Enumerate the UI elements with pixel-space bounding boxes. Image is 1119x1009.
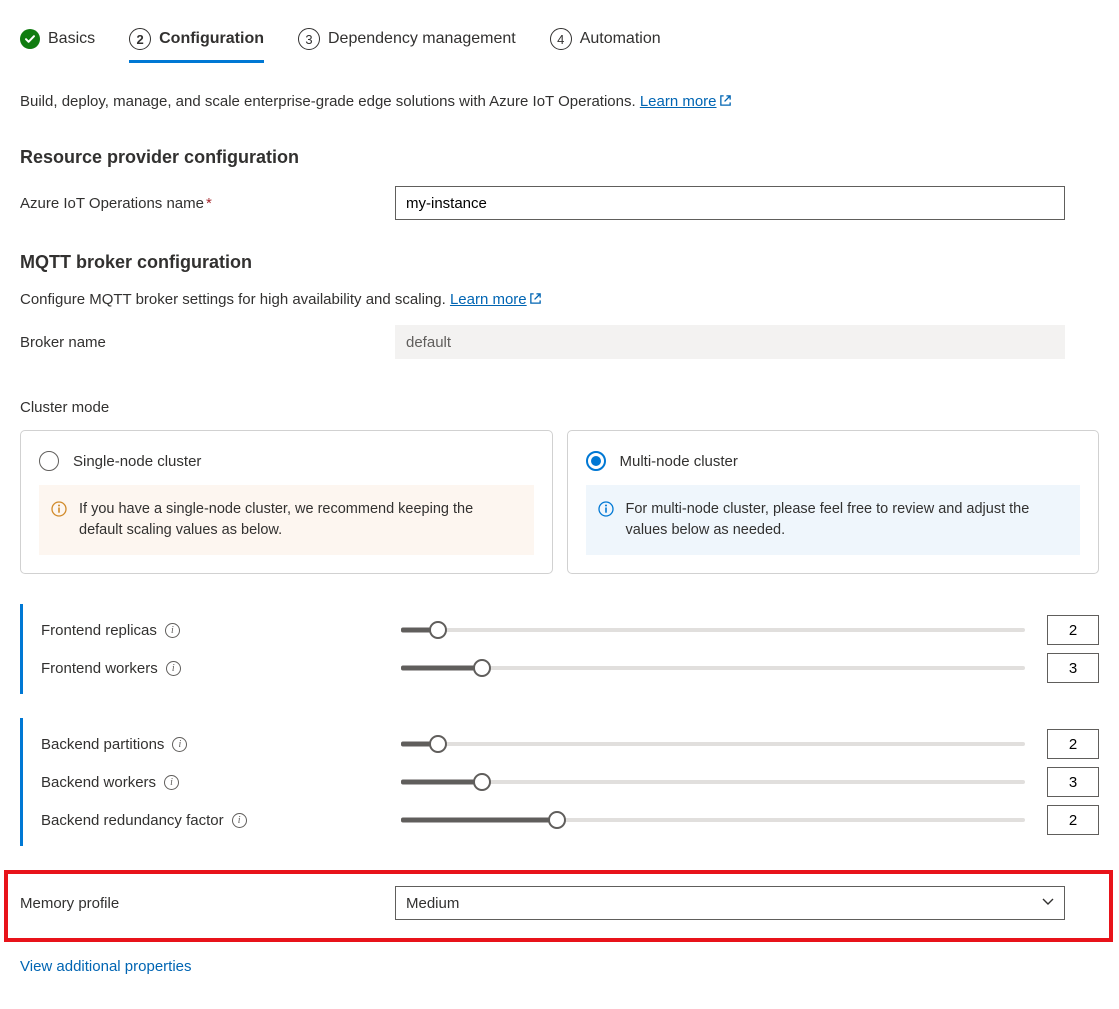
aio-name-label: Azure IoT Operations name*	[20, 195, 395, 212]
backend-workers-slider[interactable]	[401, 772, 1025, 792]
chevron-down-icon	[1041, 895, 1055, 912]
single-node-card[interactable]: Single-node cluster If you have a single…	[20, 430, 553, 574]
backend-partitions-label: Backend partitions	[41, 736, 164, 753]
backend-partitions-value[interactable]	[1047, 729, 1099, 759]
memory-profile-label: Memory profile	[20, 895, 395, 912]
aio-name-input[interactable]	[395, 186, 1065, 220]
intro-text: Build, deploy, manage, and scale enterpr…	[20, 93, 1099, 111]
info-icon[interactable]: i	[164, 775, 179, 790]
required-indicator: *	[206, 195, 212, 212]
single-node-label: Single-node cluster	[73, 453, 201, 470]
external-link-icon	[529, 292, 542, 309]
info-icon[interactable]: i	[165, 623, 180, 638]
single-node-info: If you have a single-node cluster, we re…	[39, 485, 534, 555]
frontend-replicas-row: Frontend replicas i	[41, 614, 1099, 646]
info-icon	[51, 501, 67, 517]
memory-profile-row: Memory profile Medium	[4, 870, 1113, 942]
cluster-mode-options: Single-node cluster If you have a single…	[20, 430, 1099, 574]
aio-name-row: Azure IoT Operations name*	[20, 186, 1099, 220]
tab-label: Configuration	[159, 30, 264, 48]
info-icon[interactable]: i	[166, 661, 181, 676]
backend-redundancy-slider[interactable]	[401, 810, 1025, 830]
multi-node-card[interactable]: Multi-node cluster For multi-node cluste…	[567, 430, 1100, 574]
broker-name-row: Broker name	[20, 325, 1099, 359]
step-number: 4	[550, 28, 572, 50]
tab-configuration[interactable]: 2 Configuration	[129, 20, 264, 63]
tab-label: Basics	[48, 30, 95, 48]
tab-label: Automation	[580, 30, 661, 48]
step-number: 2	[129, 28, 151, 50]
backend-redundancy-value[interactable]	[1047, 805, 1099, 835]
step-number: 3	[298, 28, 320, 50]
resource-provider-heading: Resource provider configuration	[20, 147, 1099, 168]
multi-node-info: For multi-node cluster, please feel free…	[586, 485, 1081, 555]
info-icon[interactable]: i	[172, 737, 187, 752]
frontend-replicas-value[interactable]	[1047, 615, 1099, 645]
frontend-workers-value[interactable]	[1047, 653, 1099, 683]
info-icon[interactable]: i	[232, 813, 247, 828]
tab-label: Dependency management	[328, 30, 516, 48]
info-icon	[598, 501, 614, 517]
mqtt-subtext: Configure MQTT broker settings for high …	[20, 291, 1099, 309]
frontend-workers-slider[interactable]	[401, 658, 1025, 678]
frontend-replicas-label: Frontend replicas	[41, 622, 157, 639]
multi-node-label: Multi-node cluster	[620, 453, 738, 470]
tab-dependency-management[interactable]: 3 Dependency management	[298, 20, 516, 63]
wizard-tabs: Basics 2 Configuration 3 Dependency mana…	[20, 20, 1099, 63]
backend-workers-value[interactable]	[1047, 767, 1099, 797]
learn-more-link[interactable]: Learn more	[450, 291, 542, 308]
check-icon	[20, 29, 40, 49]
backend-workers-label: Backend workers	[41, 774, 156, 791]
frontend-workers-row: Frontend workers i	[41, 652, 1099, 684]
radio-multi-node[interactable]	[586, 451, 606, 471]
tab-basics[interactable]: Basics	[20, 21, 95, 62]
learn-more-link[interactable]: Learn more	[640, 93, 732, 110]
tab-automation[interactable]: 4 Automation	[550, 20, 661, 63]
mqtt-heading: MQTT broker configuration	[20, 252, 1099, 273]
backend-redundancy-row: Backend redundancy factor i	[41, 804, 1099, 836]
cluster-mode-label: Cluster mode	[20, 399, 1099, 416]
radio-single-node[interactable]	[39, 451, 59, 471]
frontend-slider-group: Frontend replicas i Frontend workers i	[20, 604, 1099, 694]
backend-slider-group: Backend partitions i Backend workers i B…	[20, 718, 1099, 846]
frontend-workers-label: Frontend workers	[41, 660, 158, 677]
external-link-icon	[719, 94, 732, 111]
view-additional-properties-link[interactable]: View additional properties	[20, 958, 1099, 975]
memory-profile-select[interactable]: Medium	[395, 886, 1065, 920]
broker-name-label: Broker name	[20, 334, 395, 351]
backend-redundancy-label: Backend redundancy factor	[41, 812, 224, 829]
backend-partitions-row: Backend partitions i	[41, 728, 1099, 760]
frontend-replicas-slider[interactable]	[401, 620, 1025, 640]
broker-name-input	[395, 325, 1065, 359]
backend-workers-row: Backend workers i	[41, 766, 1099, 798]
backend-partitions-slider[interactable]	[401, 734, 1025, 754]
